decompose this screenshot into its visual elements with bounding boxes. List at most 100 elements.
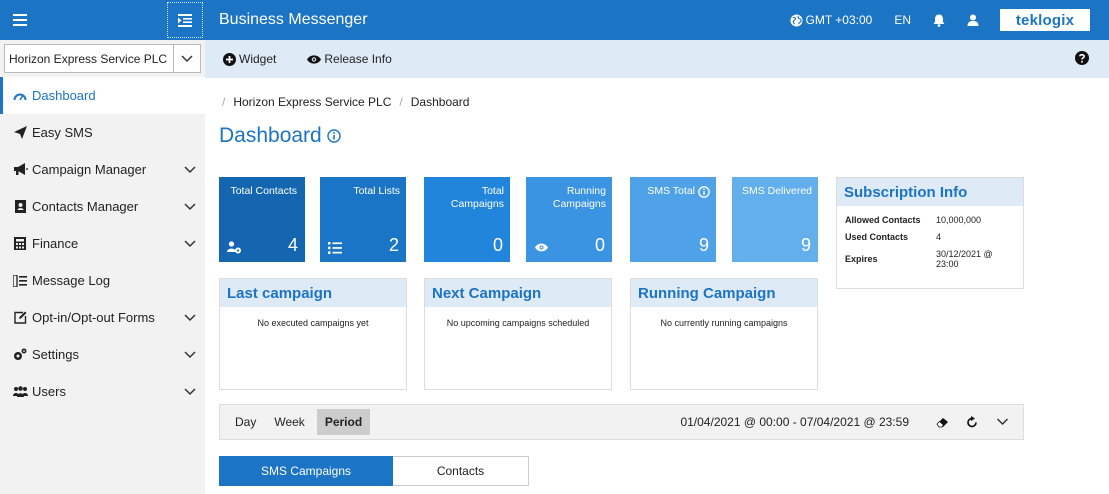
sidebar-item-label: Opt-in/Opt-out Forms [32,310,155,325]
subscription-title: Subscription Info [837,178,1023,206]
release-info-button[interactable]: Release Info [307,52,392,66]
collapse-sidebar-button[interactable] [167,2,203,38]
subscription-value: 30/12/2021 @ 23:00 [936,249,993,269]
sidebar-item-label: Easy SMS [32,125,93,140]
chart-tabs: SMS Campaigns Contacts [219,456,529,486]
chevron-down-icon [175,239,205,248]
subscription-row: Used Contacts 4 [837,232,1023,242]
hamburger-menu-button[interactable] [2,2,38,38]
user-cog-icon [227,241,241,254]
panel-title: Next Campaign [425,279,611,307]
stat-value: 9 [800,235,811,255]
tab-contacts[interactable]: Contacts [393,456,529,486]
period-option-period[interactable]: Period [316,409,371,435]
stat-card-total-campaigns[interactable]: Total Campaigns 0 [424,177,510,262]
info-icon[interactable] [327,129,341,143]
stat-value: 4 [287,235,298,255]
subscription-info-box: Subscription Info Allowed Contacts 10,00… [836,177,1024,289]
panel-message: No executed campaigns yet [257,318,369,328]
stat-card-total-contacts[interactable]: Total Contacts 4 [219,177,305,262]
plus-circle-icon [223,52,236,66]
subscription-key: Used Contacts [845,232,909,242]
chevron-down-icon [175,387,205,396]
sidebar-item-contacts-manager[interactable]: Contacts Manager [0,188,205,225]
page-title: Dashboard [219,124,341,148]
sidebar-item-settings[interactable]: Settings [0,336,205,373]
stat-value: 0 [594,235,605,255]
question-circle-icon [1075,51,1089,65]
tab-sms-campaigns[interactable]: SMS Campaigns [219,456,393,486]
sidebar-item-opt-forms[interactable]: Opt-in/Opt-out Forms [0,299,205,336]
globe-icon [789,13,803,27]
sidebar-item-dashboard[interactable]: Dashboard [0,77,205,114]
hamburger-icon [13,14,27,26]
subscription-key: Expires [845,254,878,264]
timezone-label: GMT +03:00 [805,13,873,27]
period-bar: Day Week Period 01/04/2021 @ 00:00 - 07/… [219,404,1024,440]
chevron-down-icon [173,45,200,72]
subscription-row: Allowed Contacts 10,000,000 [837,215,1023,225]
panel-title: Last campaign [220,279,406,307]
refresh-button[interactable] [957,416,987,428]
panel-message: No upcoming campaigns scheduled [446,318,590,328]
sidebar-item-users[interactable]: Users [0,373,205,410]
info-icon[interactable] [698,185,710,198]
users-icon [12,384,28,400]
stat-label: Total Campaigns [450,185,504,210]
breadcrumb-company-link[interactable]: Horizon Express Service PLC [233,95,391,109]
stat-label: SMS Total [647,185,695,197]
sidebar-item-label: Users [32,384,66,399]
language-button[interactable]: EN [883,13,922,27]
address-book-icon [12,199,28,215]
period-option-week[interactable]: Week [266,409,312,435]
bell-icon [933,14,945,27]
language-label: EN [894,13,911,27]
stat-card-total-lists[interactable]: Total Lists 2 [320,177,406,262]
chevron-down-icon [175,202,205,211]
period-option-day[interactable]: Day [227,409,264,435]
stat-label-wrap: SMS Total [647,185,710,198]
notifications-button[interactable] [922,14,956,27]
stat-card-sms-total[interactable]: SMS Total 9 [630,177,716,262]
stat-label: SMS Delivered [741,185,812,197]
stat-value: 9 [698,235,709,255]
timezone-button[interactable]: GMT +03:00 [779,13,884,27]
widget-label: Widget [239,52,277,66]
stat-card-running-campaigns[interactable]: Running Campaigns 0 [526,177,612,262]
help-button[interactable] [1075,51,1089,68]
paper-plane-icon [12,125,28,141]
widget-button[interactable]: Widget [223,52,276,66]
breadcrumb: / Horizon Express Service PLC / Dashboar… [222,95,469,109]
sidebar-item-message-log[interactable]: Message Log [0,262,205,299]
date-range-text[interactable]: 01/04/2021 @ 00:00 - 07/04/2021 @ 23:59 [680,415,909,429]
eye-icon [307,54,322,64]
cogs-icon [12,347,28,363]
stat-label: Running Campaigns [552,185,606,210]
top-bar: Business Messenger GMT +03:00 EN teklogi… [0,0,1109,40]
sidebar-item-label: Settings [32,347,79,362]
stat-card-sms-delivered[interactable]: SMS Delivered 9 [732,177,818,262]
sidebar-item-finance[interactable]: Finance [0,225,205,262]
list-icon [12,273,28,289]
subscription-row: Expires 30/12/2021 @ 23:00 [837,249,1023,269]
chevron-down-icon [175,350,205,359]
sidebar-item-label: Campaign Manager [32,162,147,177]
megaphone-icon [12,162,28,178]
calculator-icon [12,236,28,252]
breadcrumb-separator: / [399,95,403,109]
sidebar-item-label: Finance [32,236,79,251]
sidebar-item-easy-sms[interactable]: Easy SMS [0,114,205,151]
company-select[interactable]: Horizon Express Service PLC [4,44,201,73]
sidebar-item-label: Message Log [32,273,111,288]
app-title: Business Messenger [219,11,368,28]
sidebar-item-campaign-manager[interactable]: Campaign Manager [0,151,205,188]
chevron-down-icon [175,313,205,322]
refresh-icon [967,416,977,428]
clear-filter-button[interactable] [927,417,957,428]
expand-period-button[interactable] [987,418,1017,426]
sidebar-nav: Dashboard Easy SMS Campaign Manager Cont… [0,77,205,410]
indent-icon [178,13,192,27]
stat-label: Total Contacts [230,185,297,197]
user-profile-button[interactable] [956,14,990,26]
panel-message: No currently running campaigns [660,318,788,328]
